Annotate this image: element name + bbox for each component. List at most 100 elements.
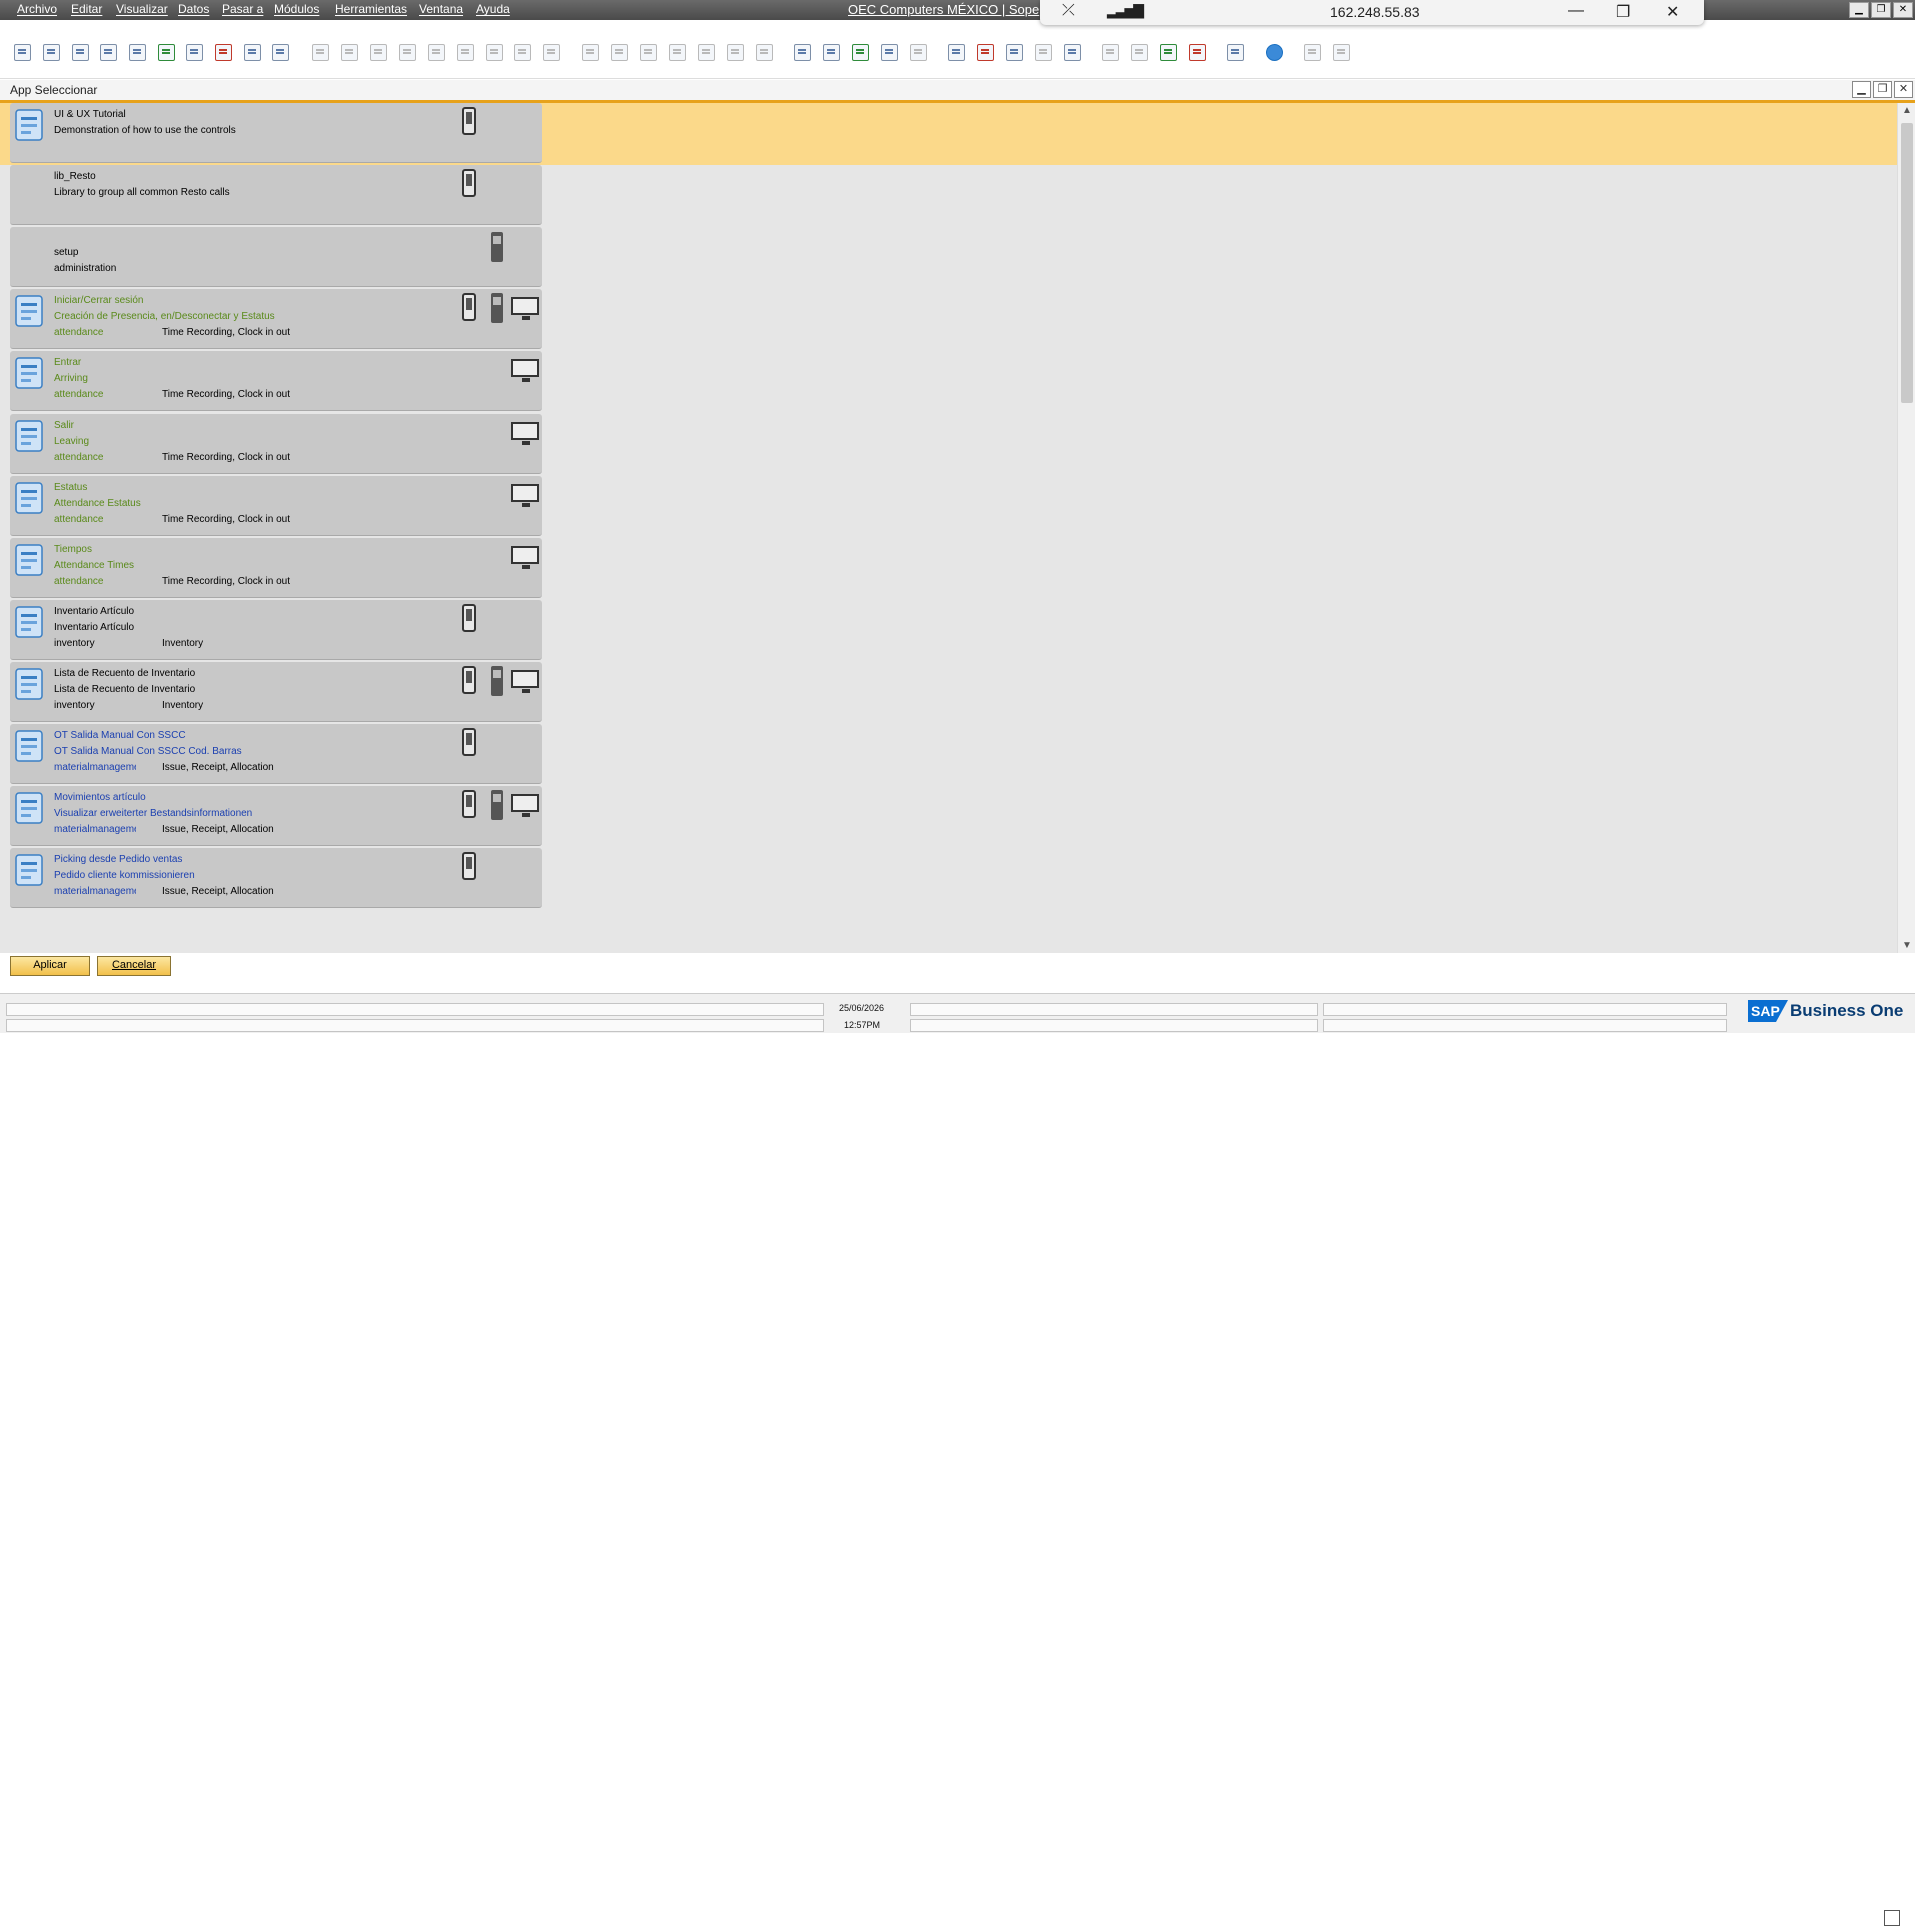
filter-icon[interactable] — [512, 42, 532, 62]
calendar-icon[interactable] — [946, 42, 966, 62]
menu-ventana[interactable]: Ventana — [419, 2, 463, 16]
app-card[interactable]: setup administration — [10, 227, 542, 287]
app-card[interactable]: Salir Leaving attendance Time Recording, Cl… — [10, 414, 542, 474]
scroll-thumb[interactable] — [1901, 123, 1913, 403]
sms-icon[interactable] — [127, 42, 147, 62]
scroll-up-icon[interactable]: ▲ — [1902, 105, 1912, 116]
rdp-close-icon[interactable]: ✕ — [1666, 2, 1679, 22]
first-record-icon[interactable] — [368, 42, 388, 62]
menu-archivo[interactable]: Archivo — [17, 2, 57, 16]
app-card[interactable]: Lista de Recuento de Inventario Lista de … — [10, 662, 542, 722]
menu-ayuda[interactable]: Ayuda — [476, 2, 510, 16]
rdp-minimize-icon[interactable]: — — [1568, 2, 1584, 20]
hierarchy-icon[interactable] — [1033, 42, 1053, 62]
menu-editar[interactable]: Editar — [71, 2, 102, 16]
app-card[interactable]: Picking desde Pedido ventas Pedido client… — [10, 848, 542, 908]
app-card[interactable]: OT Salida Manual Con SSCC OT Salida Manua… — [10, 724, 542, 784]
word-icon[interactable] — [184, 42, 204, 62]
window-controls: ▁ ❐ ✕ — [1850, 81, 1913, 98]
window-close-icon[interactable]: ✕ — [1894, 81, 1913, 98]
trans-icon[interactable] — [754, 42, 774, 62]
monitor-device-icon — [511, 484, 539, 507]
door-icon — [13, 293, 45, 329]
phone-device-icon — [462, 728, 476, 756]
company-name: OEC Computers MÉXICO | Sope — [848, 2, 1040, 17]
settings-icon[interactable] — [1302, 42, 1322, 62]
status-box-4 — [910, 1019, 1318, 1032]
app-description: Demonstration of how to use the controls — [54, 125, 236, 136]
monitor-device-icon — [511, 297, 539, 320]
menu-herramientas[interactable]: Herramientas — [335, 2, 407, 16]
status-box-6 — [1323, 1019, 1727, 1032]
app-category: materialmanagement — [54, 824, 136, 835]
add-icon[interactable] — [339, 42, 359, 62]
timesheet-icon — [13, 542, 45, 578]
db-icon[interactable] — [1100, 42, 1120, 62]
base-document-icon[interactable] — [580, 42, 600, 62]
user-network-icon[interactable] — [1062, 42, 1082, 62]
find-icon[interactable] — [310, 42, 330, 62]
menu-visualizar[interactable]: Visualizar — [116, 2, 168, 16]
report-icon[interactable] — [1004, 42, 1024, 62]
form-settings-icon[interactable] — [1884, 1910, 1900, 1926]
cancel-button[interactable]: Cancelar — [97, 956, 171, 976]
app-category: attendance — [54, 576, 104, 587]
email-icon[interactable] — [70, 42, 90, 62]
web-icon[interactable] — [1225, 42, 1245, 62]
layout-icon[interactable] — [1331, 42, 1351, 62]
window-minimize-icon[interactable]: ▁ — [1852, 81, 1871, 98]
previous-record-icon[interactable] — [397, 42, 417, 62]
apply-button[interactable]: Aplicar — [10, 956, 90, 976]
app-card[interactable]: Movimientos artículo Visualizar erweitert… — [10, 786, 542, 846]
app-card[interactable]: lib_Resto Library to group all common Res… — [10, 165, 542, 225]
restore-icon[interactable]: ❐ — [1871, 2, 1891, 18]
pdf-icon[interactable] — [213, 42, 233, 62]
minimize-icon[interactable]: ▁ — [1849, 2, 1869, 18]
mail-alert-icon[interactable] — [975, 42, 995, 62]
app-card[interactable]: Iniciar/Cerrar sesión Creación de Presenc… — [10, 289, 542, 349]
close-icon[interactable]: ✕ — [1893, 2, 1913, 18]
new-document-icon[interactable] — [821, 42, 841, 62]
status-box-5 — [1323, 1003, 1727, 1016]
menu-modulos[interactable]: Módulos — [274, 2, 319, 16]
app-description: Visualizar erweiterter Bestandsinformati… — [54, 808, 253, 819]
last-record-icon[interactable] — [455, 42, 475, 62]
next-record-icon[interactable] — [426, 42, 446, 62]
target-document-icon[interactable] — [609, 42, 629, 62]
lock-icon[interactable] — [270, 42, 290, 62]
app-card[interactable]: UI & UX Tutorial Demonstration of how to … — [10, 103, 542, 163]
volume-icon[interactable] — [725, 42, 745, 62]
window-maximize-icon[interactable]: ❐ — [1873, 81, 1892, 98]
app-card[interactable]: Tiempos Attendance Times attendance Time Re… — [10, 538, 542, 598]
windows-icon[interactable] — [1129, 42, 1149, 62]
approve-icon[interactable] — [850, 42, 870, 62]
gross-profit-icon[interactable] — [696, 42, 716, 62]
unpin-icon[interactable]: ⤫ — [1062, 2, 1075, 20]
connect-icon[interactable] — [1158, 42, 1178, 62]
scroll-down-icon[interactable]: ▼ — [1902, 940, 1912, 951]
menu-pasar-a[interactable]: Pasar a — [222, 2, 263, 16]
chat-icon[interactable] — [908, 42, 928, 62]
excel-icon[interactable] — [156, 42, 176, 62]
edit-icon[interactable] — [792, 42, 812, 62]
preview-icon[interactable] — [12, 42, 32, 62]
vertical-scrollbar[interactable]: ▲ ▼ — [1897, 103, 1915, 953]
launch-icon[interactable] — [242, 42, 262, 62]
help-icon[interactable] — [1264, 42, 1284, 62]
message-icon[interactable] — [879, 42, 899, 62]
app-card[interactable]: Estatus Attendance Estatus attendance Time … — [10, 476, 542, 536]
print-icon[interactable] — [41, 42, 61, 62]
menu-datos[interactable]: Datos — [178, 2, 209, 16]
rdp-restore-icon[interactable]: ❐ — [1616, 2, 1630, 22]
chart-icon[interactable] — [1187, 42, 1207, 62]
app-card[interactable]: Inventario Artículo Inventario Artículo in… — [10, 600, 542, 660]
refresh-icon[interactable] — [484, 42, 504, 62]
fax-icon[interactable] — [98, 42, 118, 62]
phone-device-icon — [462, 107, 476, 135]
journal-icon[interactable] — [638, 42, 658, 62]
app-description: Attendance Estatus — [54, 498, 141, 509]
payment-icon[interactable] — [667, 42, 687, 62]
app-card[interactable]: Entrar Arriving attendance Time Recording, … — [10, 351, 542, 411]
app-list[interactable]: UI & UX Tutorial Demonstration of how to … — [0, 103, 1897, 953]
sort-icon[interactable] — [541, 42, 561, 62]
